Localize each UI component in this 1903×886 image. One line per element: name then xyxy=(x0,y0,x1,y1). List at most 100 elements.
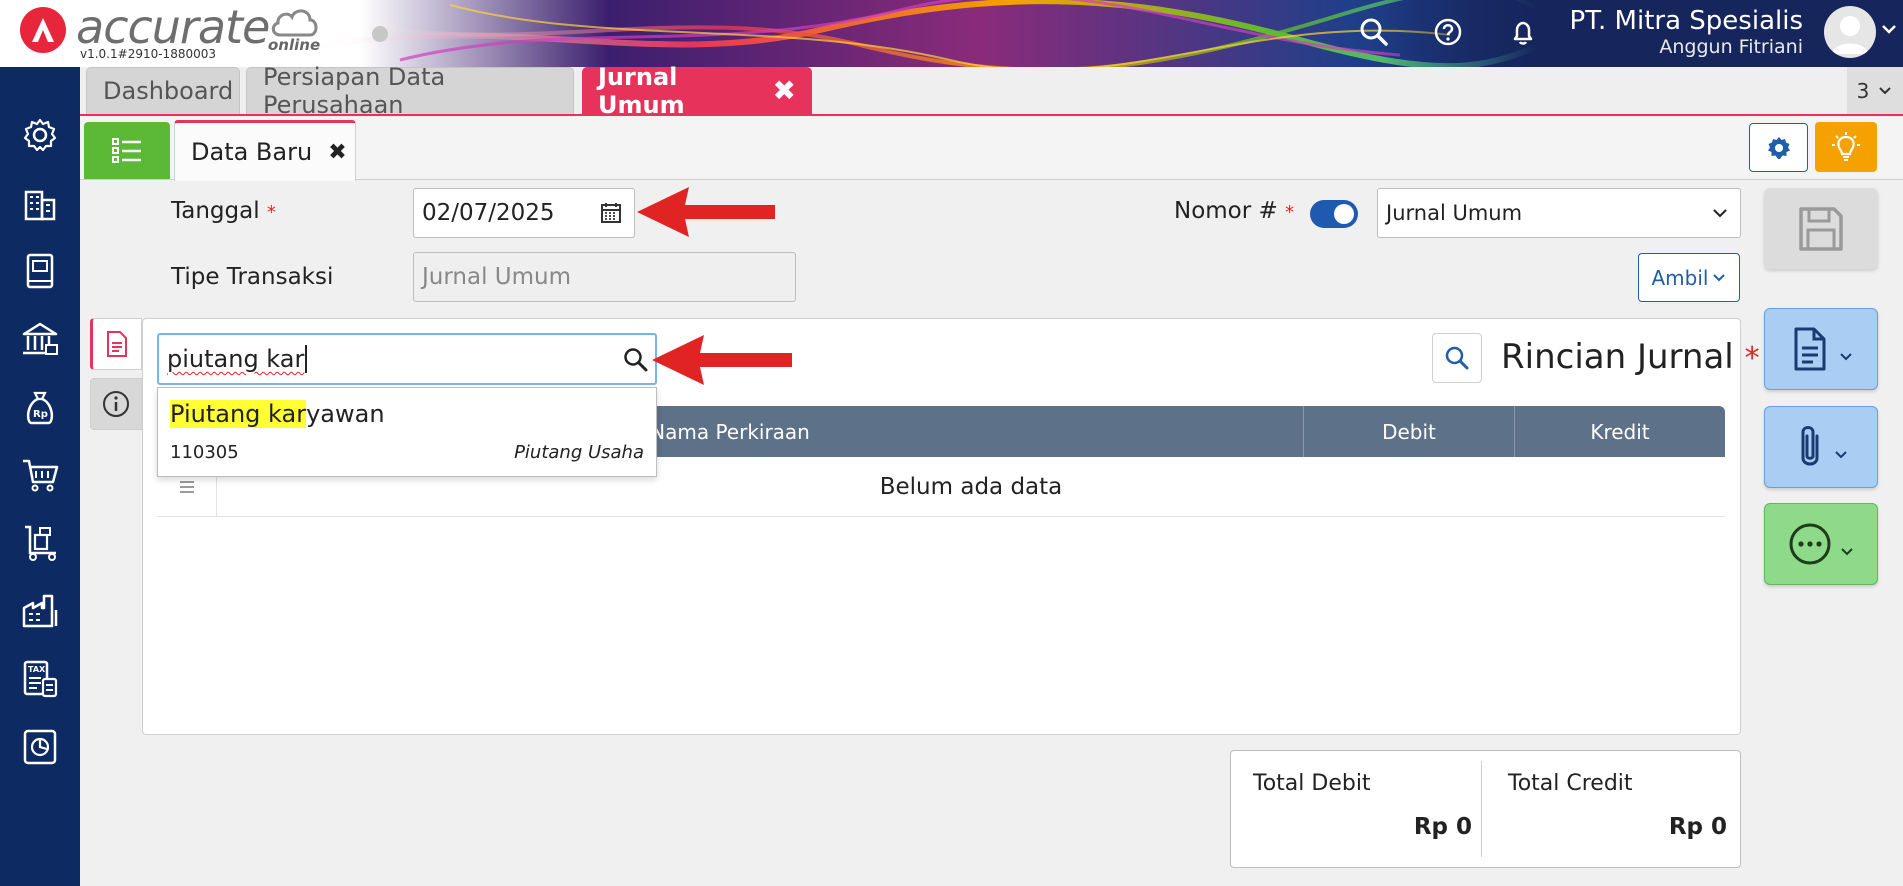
company-info[interactable]: PT. Mitra Spesialis Anggun Fitriani xyxy=(1570,6,1803,58)
required-mark: * xyxy=(1285,202,1295,223)
column-label: Nama Perkiraan xyxy=(650,419,810,444)
status-dot xyxy=(372,26,388,42)
nomor-label: Nomor # * xyxy=(1174,198,1294,224)
tab-persiapan-data[interactable]: Persiapan Data Perusahaan xyxy=(246,63,574,119)
ambil-button[interactable]: Ambil xyxy=(1638,253,1740,302)
required-mark: * xyxy=(1744,341,1760,376)
ambil-label: Ambil xyxy=(1651,265,1709,290)
gear-icon[interactable] xyxy=(18,113,62,157)
tanggal-date-field[interactable]: 02/07/2025 xyxy=(413,188,635,238)
nomor-select[interactable]: Jurnal Umum xyxy=(1377,188,1741,238)
account-suggestion-dropdown: Piutang karyawan 110305 Piutang Usaha xyxy=(157,387,657,477)
brand-suffix: online xyxy=(268,36,321,54)
document-icon xyxy=(107,331,127,357)
totals-box: Total Debit Rp 0 Total Credit Rp 0 xyxy=(1230,750,1741,868)
svg-text:TAX: TAX xyxy=(28,665,46,674)
close-icon[interactable]: ✖ xyxy=(328,140,346,165)
required-mark: * xyxy=(266,202,276,223)
chevron-down-icon xyxy=(1840,353,1852,361)
total-debit-label: Total Debit xyxy=(1253,771,1371,796)
settings-button[interactable] xyxy=(1749,123,1808,172)
chevron-down-icon xyxy=(1713,209,1727,218)
top-header: accurate online v1.0.1#2910-1880003 PT. … xyxy=(0,0,1903,67)
tab-jurnal-umum[interactable]: Jurnal Umum ✖ xyxy=(582,63,812,119)
calendar-icon[interactable] xyxy=(600,202,622,224)
chevron-down-icon xyxy=(1879,86,1892,94)
rincian-title: Rincian Jurnal * xyxy=(1501,337,1760,377)
column-kredit[interactable]: Kredit xyxy=(1514,406,1725,457)
search-icon[interactable] xyxy=(1356,14,1392,50)
nomor-select-value: Jurnal Umum xyxy=(1386,201,1523,225)
detail-search-button[interactable] xyxy=(1432,333,1482,383)
tanggal-label: Tanggal * xyxy=(171,198,276,224)
help-icon[interactable] xyxy=(1430,14,1466,50)
close-tab-icon[interactable]: ✖ xyxy=(773,74,796,107)
tab-count: 3 xyxy=(1856,78,1870,103)
app-version: v1.0.1#2910-1880003 xyxy=(80,47,217,61)
tipe-transaksi-field: Jurnal Umum xyxy=(413,252,796,302)
accurate-logo[interactable] xyxy=(20,7,66,53)
tab-count-dropdown[interactable]: 3 xyxy=(1847,67,1903,114)
search-icon[interactable] xyxy=(623,347,649,373)
tipe-transaksi-placeholder: Jurnal Umum xyxy=(422,264,572,290)
building-icon[interactable] xyxy=(18,181,62,225)
total-credit-label: Total Credit xyxy=(1508,771,1633,796)
list-view-button[interactable] xyxy=(84,122,170,179)
bank-icon[interactable] xyxy=(18,317,62,361)
shopping-cart-icon[interactable] xyxy=(18,453,62,497)
ellipsis-circle-icon xyxy=(1789,523,1831,565)
lightbulb-icon xyxy=(1832,132,1860,161)
chevron-down-icon xyxy=(1841,548,1853,556)
tips-button[interactable] xyxy=(1815,122,1877,172)
tax-icon[interactable]: TAX xyxy=(18,657,62,701)
subtab-label: Data Baru xyxy=(191,138,313,166)
rincian-title-text: Rincian Jurnal xyxy=(1501,337,1734,377)
report-chart-icon[interactable] xyxy=(18,725,62,769)
suggestion-highlight: Piutang kar xyxy=(170,400,307,428)
svg-text:Rp: Rp xyxy=(33,409,48,420)
text-caret xyxy=(305,345,308,373)
chevron-down-icon[interactable] xyxy=(1880,22,1898,36)
totals-divider xyxy=(1481,761,1482,857)
toggle-knob xyxy=(1334,204,1354,224)
info-icon xyxy=(103,391,129,417)
company-name: PT. Mitra Spesialis xyxy=(1569,6,1803,36)
attachment-menu-button[interactable] xyxy=(1764,406,1878,488)
main-sidebar: Rp TAX xyxy=(0,67,80,886)
cloud-icon xyxy=(271,9,318,37)
tipe-transaksi-label: Tipe Transaksi xyxy=(171,264,334,290)
detail-tab[interactable] xyxy=(90,318,142,370)
nomor-label-text: Nomor # xyxy=(1174,198,1278,224)
account-search-input[interactable]: piutang kar xyxy=(157,333,657,385)
chevron-down-icon xyxy=(1835,451,1847,459)
factory-icon[interactable] xyxy=(18,589,62,633)
column-debit[interactable]: Debit xyxy=(1303,406,1514,457)
tab-label: Jurnal Umum xyxy=(598,62,685,119)
tab-data-baru[interactable]: Data Baru ✖ xyxy=(174,120,356,181)
search-input-value: piutang kar xyxy=(167,345,305,373)
user-avatar[interactable] xyxy=(1824,6,1876,58)
ledger-book-icon[interactable] xyxy=(18,249,62,293)
info-tab[interactable] xyxy=(90,378,142,430)
user-name: Anggun Fitriani xyxy=(1659,36,1803,58)
more-actions-button[interactable] xyxy=(1764,503,1878,585)
document-tabs: Dashboard Persiapan Data Perusahaan Jurn… xyxy=(80,63,1903,119)
document-icon xyxy=(1794,327,1826,371)
search-icon xyxy=(1445,346,1469,370)
suggestion-item[interactable]: Piutang karyawan 110305 Piutang Usaha xyxy=(158,388,656,476)
suggestion-rest: yawan xyxy=(306,400,385,428)
gear-icon xyxy=(1767,136,1790,159)
total-debit-value: Rp 0 xyxy=(1413,814,1472,840)
chevron-down-icon xyxy=(1713,273,1726,281)
document-menu-button[interactable] xyxy=(1764,308,1878,390)
suggestion-code: 110305 xyxy=(170,442,239,463)
annotation-arrow-date xyxy=(637,187,775,237)
paperclip-icon xyxy=(1801,426,1819,466)
tanggal-value: 02/07/2025 xyxy=(422,200,555,226)
hand-truck-icon[interactable] xyxy=(18,521,62,565)
save-button[interactable] xyxy=(1764,188,1878,269)
auto-number-toggle[interactable] xyxy=(1310,200,1358,228)
tab-dashboard[interactable]: Dashboard xyxy=(86,67,240,114)
money-bag-icon[interactable]: Rp xyxy=(18,385,62,429)
bell-icon[interactable] xyxy=(1505,14,1541,50)
